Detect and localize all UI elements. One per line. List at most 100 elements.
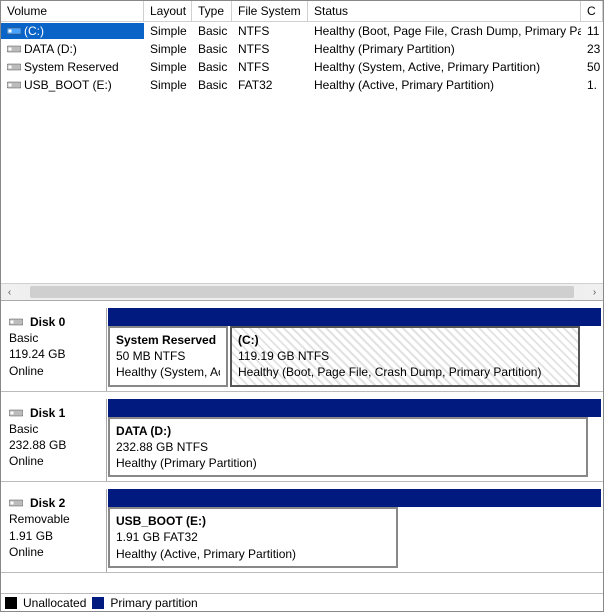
disk-row[interactable]: Disk 0Basic119.24 GBOnlineSystem Reserve… [1, 308, 603, 392]
volume-list-body[interactable]: (C:)SimpleBasicNTFSHealthy (Boot, Page F… [1, 22, 603, 283]
column-header-capacity[interactable]: C [581, 1, 603, 21]
column-header-volume[interactable]: Volume [1, 1, 144, 21]
volume-status-cell: Healthy (Active, Primary Partition) [308, 77, 581, 93]
partition[interactable]: System Reserved50 MB NTFSHealthy (System… [108, 326, 228, 387]
disk-management-window: Volume Layout Type File System Status C … [0, 0, 604, 612]
partition-status: Healthy (Primary Partition) [116, 455, 580, 471]
disk-header-bar [108, 399, 601, 417]
disk-state: Online [9, 363, 100, 379]
column-header-layout[interactable]: Layout [144, 1, 192, 21]
volume-list-pane[interactable]: Volume Layout Type File System Status C … [1, 1, 603, 301]
volume-name: (C:) [24, 24, 44, 38]
partition-size: 232.88 GB NTFS [116, 439, 580, 455]
legend-label-primary: Primary partition [110, 596, 197, 610]
disk-summary[interactable]: Disk 2Removable1.91 GBOnline [1, 489, 107, 572]
disk-title: Disk 1 [30, 405, 65, 421]
volume-name-cell[interactable]: DATA (D:) [1, 41, 144, 57]
partition-status: Healthy (Boot, Page File, Crash Dump, Pr… [238, 364, 572, 380]
legend-swatch-primary [92, 597, 104, 609]
volume-row[interactable]: System Reserved SimpleBasicNTFSHealthy (S… [1, 58, 603, 76]
volume-name-cell[interactable]: System Reserved [1, 59, 144, 75]
disk-icon [9, 498, 23, 508]
volume-layout-cell: Simple [144, 23, 192, 39]
disk-map[interactable]: Disk 0Basic119.24 GBOnlineSystem Reserve… [1, 301, 603, 593]
disk-header-bar [108, 489, 601, 507]
volume-layout-cell: Simple [144, 59, 192, 75]
column-header-filesystem[interactable]: File System [232, 1, 308, 21]
volume-capacity-cell: 50 [581, 59, 603, 75]
disk-type: Basic [9, 330, 100, 346]
partition-row: USB_BOOT (E:)1.91 GB FAT32Healthy (Activ… [107, 507, 603, 568]
disk-title: Disk 0 [30, 314, 65, 330]
partition[interactable]: USB_BOOT (E:)1.91 GB FAT32Healthy (Activ… [108, 507, 398, 568]
column-header-type[interactable]: Type [192, 1, 232, 21]
legend-swatch-unallocated [5, 597, 17, 609]
volume-name-cell[interactable]: USB_BOOT (E:) [1, 77, 144, 93]
disk-row[interactable]: Disk 2Removable1.91 GBOnlineUSB_BOOT (E:… [1, 489, 603, 573]
partition-status: Healthy (Active, Primary Partition) [116, 546, 390, 562]
disk-title: Disk 2 [30, 495, 65, 511]
disk-partitions: DATA (D:)232.88 GB NTFSHealthy (Primary … [107, 399, 603, 482]
partition-size: 50 MB NTFS [116, 348, 220, 364]
legend: Unallocated Primary partition [1, 593, 603, 611]
volume-capacity-cell: 11 [581, 23, 603, 39]
volume-layout-cell: Simple [144, 41, 192, 57]
volume-status-cell: Healthy (Boot, Page File, Crash Dump, Pr… [308, 23, 581, 39]
volume-fs-cell: NTFS [232, 41, 308, 57]
partition-row: DATA (D:)232.88 GB NTFSHealthy (Primary … [107, 417, 603, 478]
partition[interactable]: (C:)119.19 GB NTFSHealthy (Boot, Page Fi… [230, 326, 580, 387]
volume-status-cell: Healthy (System, Active, Primary Partiti… [308, 59, 581, 75]
disk-size: 1.91 GB [9, 528, 100, 544]
disk-partitions: System Reserved50 MB NTFSHealthy (System… [107, 308, 603, 391]
volume-capacity-cell: 23 [581, 41, 603, 57]
volume-type-cell: Basic [192, 77, 232, 93]
volume-layout-cell: Simple [144, 77, 192, 93]
disk-map-pane: Disk 0Basic119.24 GBOnlineSystem Reserve… [1, 301, 603, 611]
volume-fs-cell: FAT32 [232, 77, 308, 93]
volume-name: USB_BOOT (E:) [24, 78, 112, 92]
disk-size: 232.88 GB [9, 437, 100, 453]
partition-row: System Reserved50 MB NTFSHealthy (System… [107, 326, 603, 387]
disk-summary[interactable]: Disk 1Basic232.88 GBOnline [1, 399, 107, 482]
disk-state: Online [9, 453, 100, 469]
partition-name: System Reserved [116, 332, 220, 348]
scroll-thumb[interactable] [30, 286, 573, 298]
partition-status: Healthy (System, Active, Primary Partiti… [116, 364, 220, 380]
legend-label-unallocated: Unallocated [23, 596, 86, 610]
volume-row[interactable]: DATA (D:)SimpleBasicNTFSHealthy (Primary… [1, 40, 603, 58]
volume-fs-cell: NTFS [232, 23, 308, 39]
disk-summary[interactable]: Disk 0Basic119.24 GBOnline [1, 308, 107, 391]
partition-name: (C:) [238, 332, 572, 348]
disk-icon [7, 44, 21, 54]
volume-type-cell: Basic [192, 23, 232, 39]
disk-state: Online [9, 544, 100, 560]
volume-row[interactable]: (C:) SimpleBasicNTFSHealthy (Boot, Page F… [1, 22, 603, 40]
disk-type: Removable [9, 511, 100, 527]
volume-status-cell: Healthy (Primary Partition) [308, 41, 581, 57]
column-header-status[interactable]: Status [308, 1, 581, 21]
partition-name: DATA (D:) [116, 423, 580, 439]
volume-fs-cell: NTFS [232, 59, 308, 75]
volume-capacity-cell: 1. [581, 77, 603, 93]
disk-icon [9, 408, 23, 418]
disk-size: 119.24 GB [9, 346, 100, 362]
partition[interactable]: DATA (D:)232.88 GB NTFSHealthy (Primary … [108, 417, 588, 478]
scroll-right-button[interactable]: › [586, 284, 603, 300]
volume-name: System Reserved [24, 60, 119, 74]
horizontal-scrollbar[interactable]: ‹ › [1, 283, 603, 300]
disk-row[interactable]: Disk 1Basic232.88 GBOnlineDATA (D:)232.8… [1, 399, 603, 483]
disk-icon [7, 62, 21, 72]
volume-list-header[interactable]: Volume Layout Type File System Status C [1, 1, 603, 22]
scroll-track[interactable] [19, 284, 585, 300]
partition-size: 119.19 GB NTFS [238, 348, 572, 364]
volume-name-cell[interactable]: (C:) [1, 23, 144, 39]
volume-type-cell: Basic [192, 59, 232, 75]
partition-name: USB_BOOT (E:) [116, 513, 390, 529]
scroll-left-button[interactable]: ‹ [1, 284, 18, 300]
volume-row[interactable]: USB_BOOT (E:) SimpleBasicFAT32Healthy (Ac… [1, 76, 603, 94]
disk-icon [9, 317, 23, 327]
disk-type: Basic [9, 421, 100, 437]
volume-name: DATA (D:) [24, 42, 77, 56]
disk-partitions: USB_BOOT (E:)1.91 GB FAT32Healthy (Activ… [107, 489, 603, 572]
disk-header-bar [108, 308, 601, 326]
